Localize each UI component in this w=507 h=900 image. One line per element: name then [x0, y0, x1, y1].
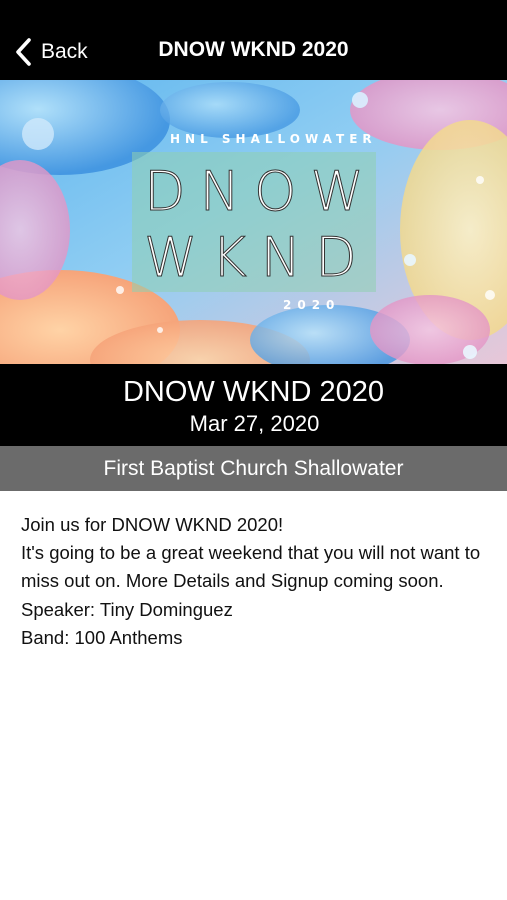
description-band: Band: 100 Anthems — [21, 626, 183, 648]
banner-org-text: HNL SHALLOWATER — [170, 132, 377, 146]
description-speaker: Speaker: Tiny Dominguez — [21, 598, 233, 620]
back-button[interactable]: Back — [14, 34, 88, 70]
navigation-bar: Back DNOW WKND 2020 — [0, 0, 507, 80]
event-description: Join us for DNOW WKND 2020! It's going t… — [21, 511, 491, 652]
chevron-left-icon — [14, 37, 34, 67]
banner-line1: DNOW — [144, 160, 378, 223]
banner-line2: WKND — [144, 226, 371, 289]
event-date: Mar 27, 2020 — [189, 411, 320, 436]
description-line: Join us for DNOW WKND 2020! — [21, 514, 284, 535]
back-label: Back — [41, 40, 88, 63]
description-line: It's going to be a great weekend that yo… — [21, 542, 481, 592]
event-title: DNOW WKND 2020 — [122, 376, 385, 408]
banner-year: 2020 — [283, 298, 341, 312]
event-location: First Baptist Church Shallowater — [0, 446, 507, 491]
event-header: DNOW WKND 2020 Mar 27, 2020 — [0, 364, 507, 446]
event-banner-image: HNL SHALLOWATER DNOW WKND 2020 — [0, 80, 507, 364]
